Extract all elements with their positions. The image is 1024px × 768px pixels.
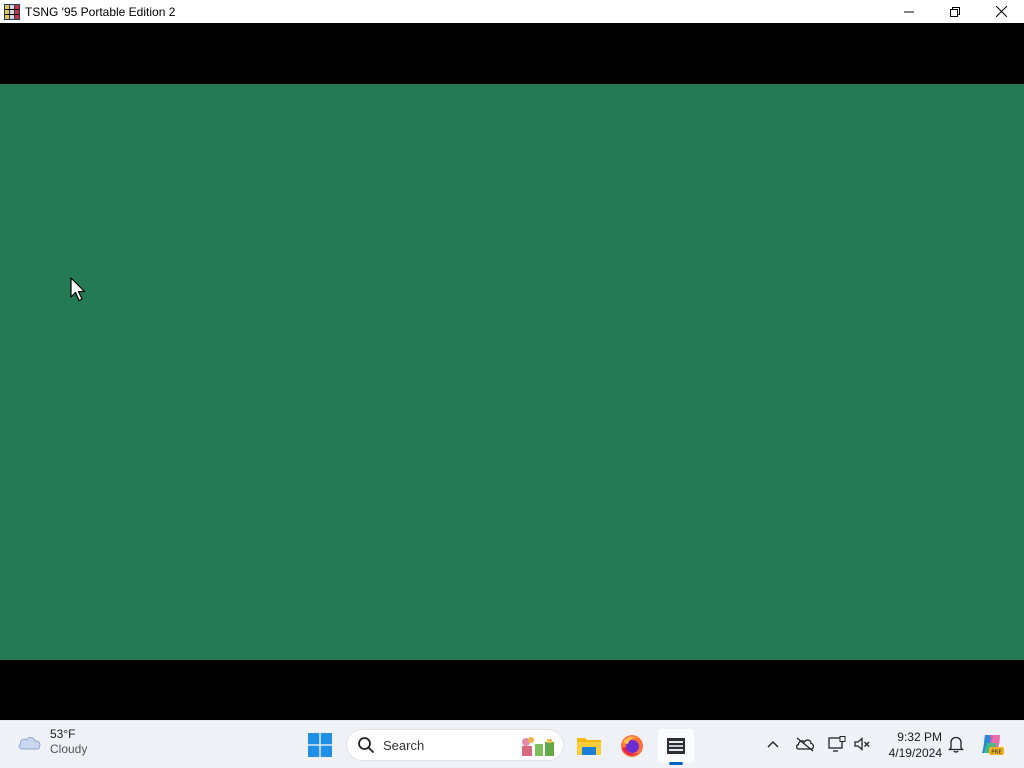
taskbar-firefox[interactable] (614, 729, 650, 763)
search-placeholder: Search (383, 737, 425, 753)
clock-time: 9:32 PM (897, 730, 942, 744)
windows-icon (308, 733, 332, 757)
chevron-up-icon (767, 741, 779, 748)
app-grid-icon (667, 738, 685, 754)
bell-icon (948, 736, 964, 753)
clock-date: 4/19/2024 (888, 746, 942, 760)
game-viewport[interactable] (0, 23, 1024, 720)
svg-text:PRE: PRE (991, 750, 1002, 756)
notifications-button[interactable] (945, 733, 967, 755)
search-highlight-icon (522, 737, 554, 756)
close-icon (995, 6, 1007, 17)
restore-button[interactable] (932, 0, 978, 23)
tray-network[interactable] (826, 733, 848, 755)
minimize-button[interactable] (886, 0, 932, 23)
game-felt[interactable] (0, 84, 1024, 660)
volume-muted-icon (854, 737, 870, 751)
close-button[interactable] (978, 0, 1024, 23)
taskbar-search[interactable]: Search (346, 729, 564, 761)
firefox-icon (621, 735, 643, 757)
window-title: TSNG '95 Portable Edition 2 (25, 4, 176, 19)
onedrive-icon (796, 737, 815, 752)
active-app-indicator (669, 762, 683, 765)
cloud-icon (18, 737, 41, 750)
folder-icon (577, 738, 601, 755)
taskbar: 53°F Cloudy Search 9:32 PM 4/19/2024 PRE (0, 720, 1024, 768)
taskbar-tsng[interactable] (658, 729, 694, 765)
weather-condition: Cloudy (50, 742, 88, 756)
copilot-icon: PRE (982, 735, 1004, 756)
display-icon (828, 736, 846, 752)
taskbar-file-explorer[interactable] (571, 729, 607, 763)
taskbar-clock[interactable]: 9:32 PM 4/19/2024 (889, 729, 942, 761)
tray-overflow-button[interactable] (762, 733, 784, 755)
start-button[interactable] (304, 729, 336, 761)
search-icon (358, 737, 374, 753)
app-grid-icon (3, 3, 21, 21)
window-titlebar[interactable]: TSNG '95 Portable Edition 2 (0, 0, 1024, 23)
copilot-button[interactable]: PRE (978, 730, 1006, 758)
restore-icon (950, 6, 960, 17)
tray-volume[interactable] (851, 733, 873, 755)
tray-onedrive[interactable] (794, 733, 816, 755)
weather-temperature: 53°F (50, 727, 76, 741)
minimize-icon (904, 11, 914, 12)
weather-widget[interactable]: 53°F Cloudy (16, 727, 87, 757)
mouse-cursor-icon (70, 277, 86, 302)
